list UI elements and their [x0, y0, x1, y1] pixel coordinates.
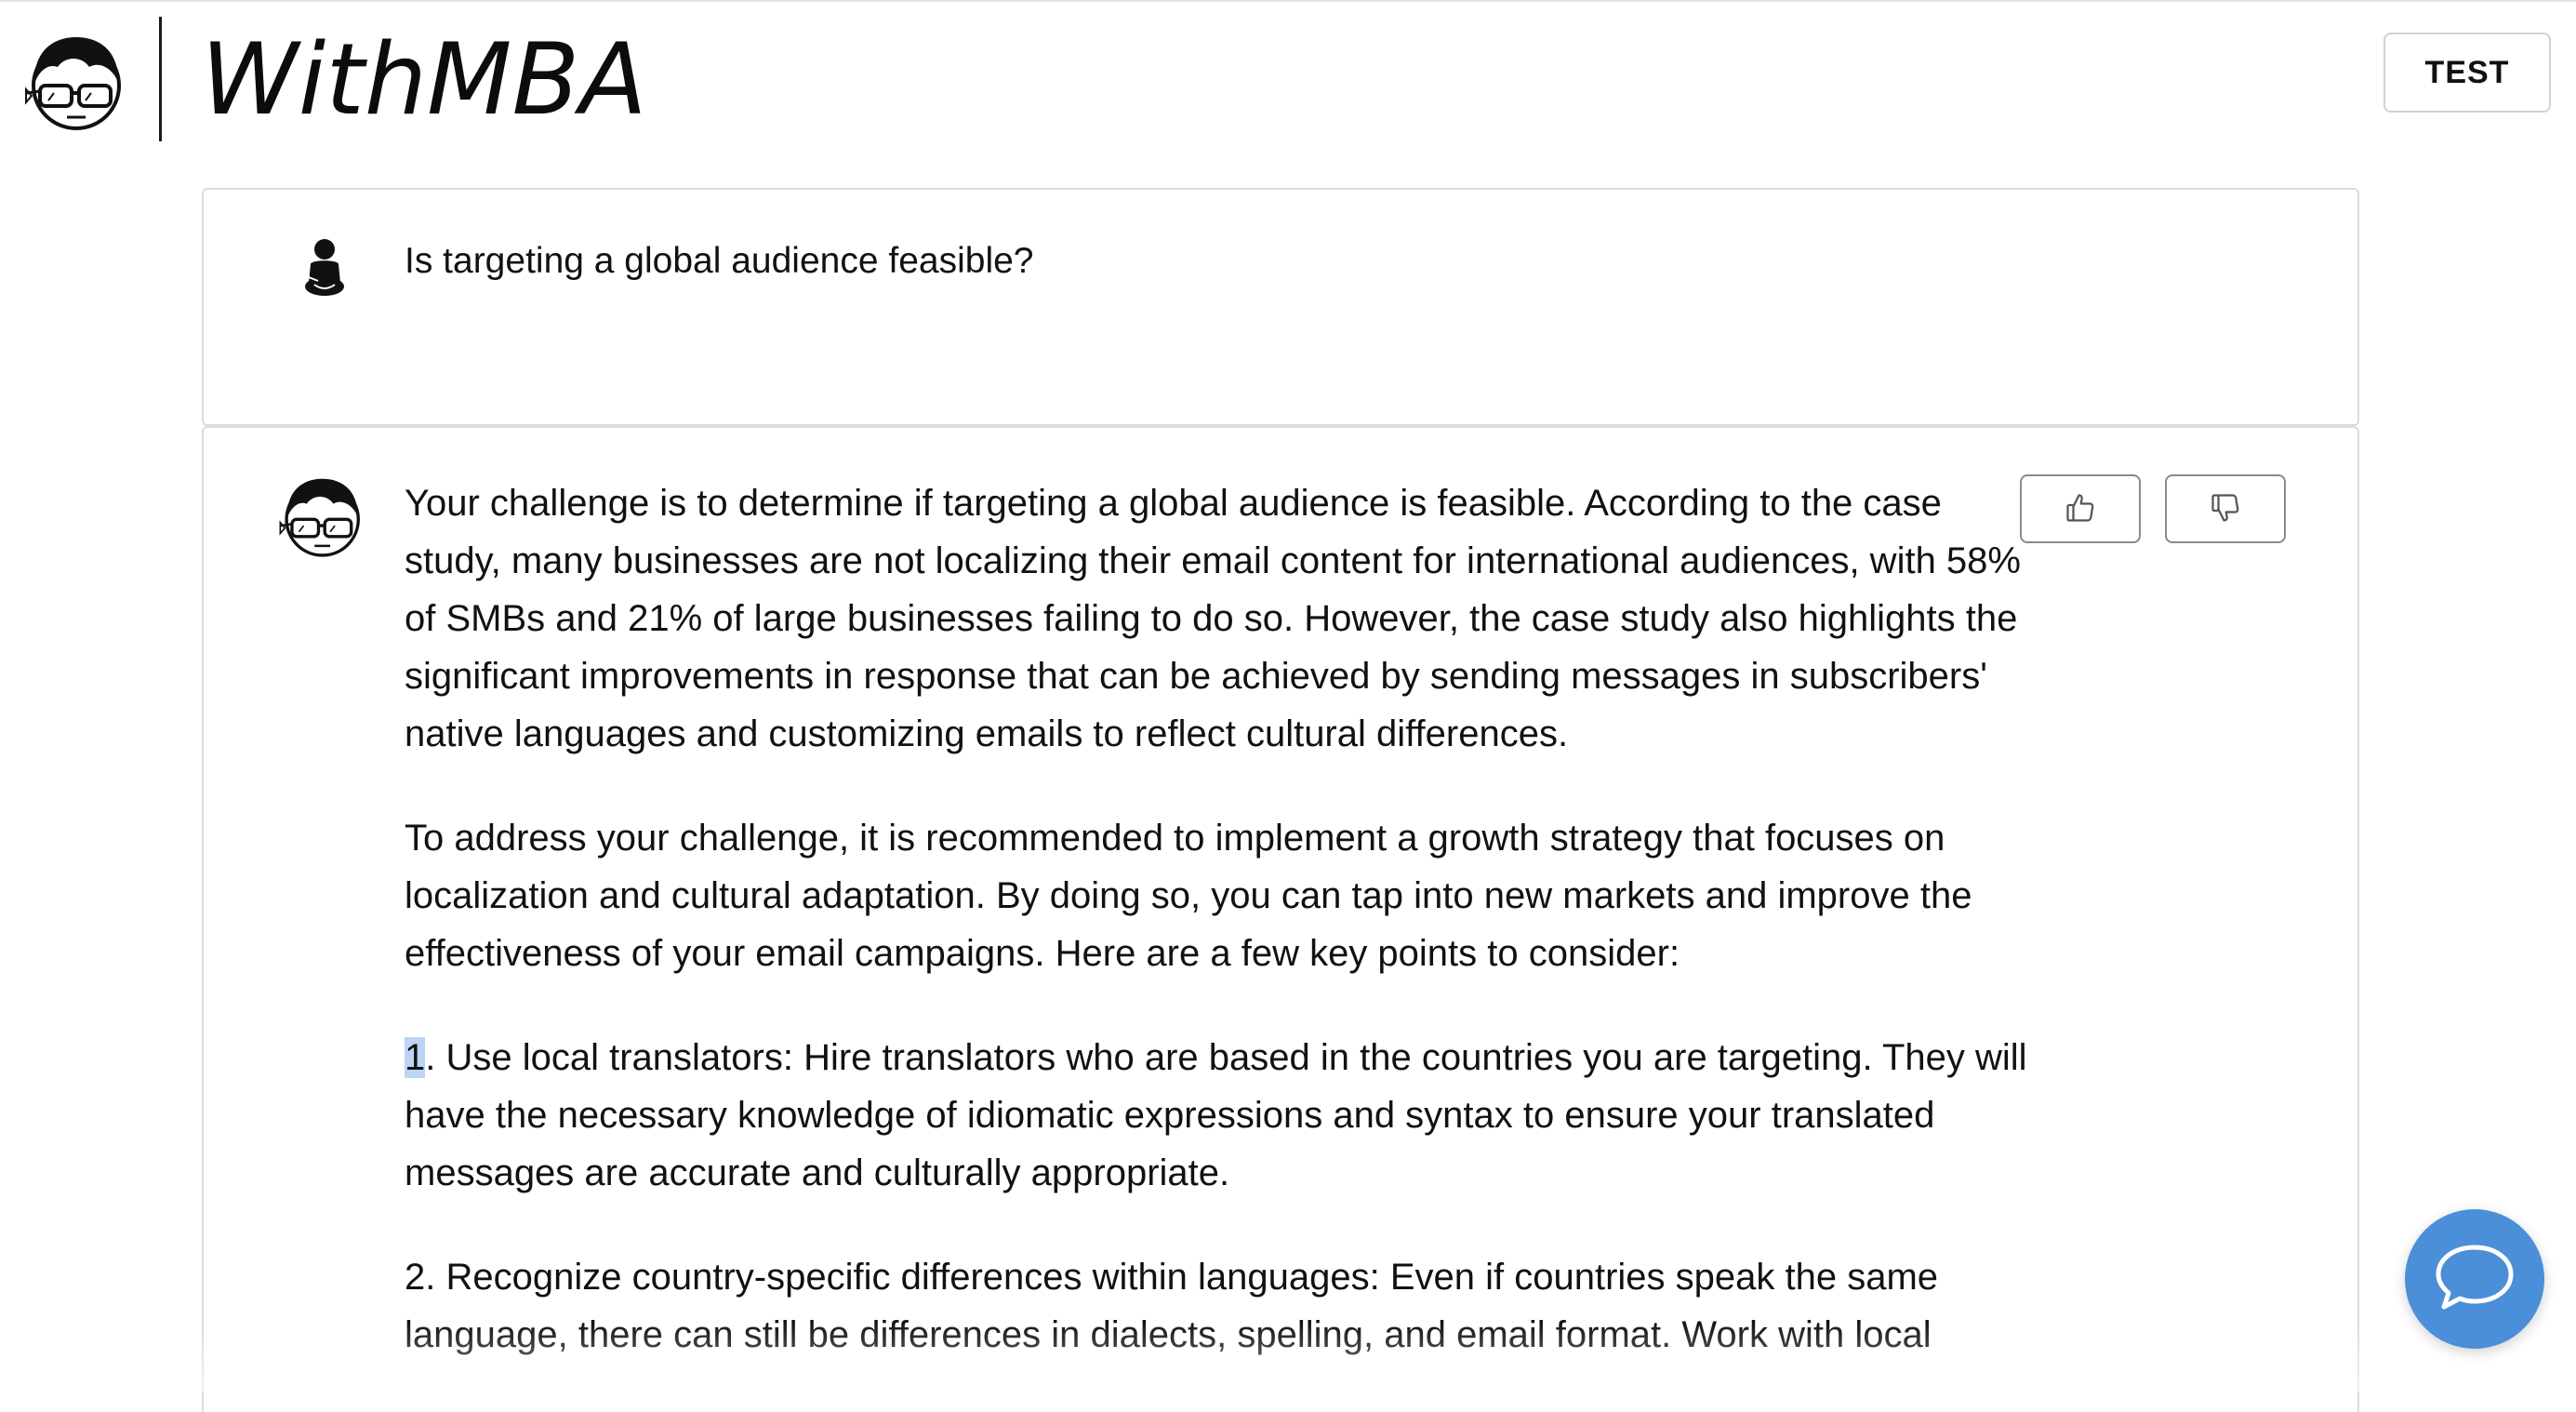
answer-paragraph-3-text: . Use local translators: Hire translator…: [405, 1037, 2027, 1193]
answer-paragraph-4: 2. Recognize country-specific difference…: [405, 1257, 1939, 1355]
chat-launcher-button[interactable]: [2405, 1209, 2544, 1349]
answer-paragraph-1: Your challenge is to determine if target…: [405, 483, 2021, 754]
answer-paragraph-3: 1. Use local translators: Hire translato…: [405, 1029, 2041, 1202]
assistant-answer: Your challenge is to determine if target…: [405, 474, 2041, 1410]
thumbs-up-button[interactable]: [2020, 474, 2141, 543]
answer-card: Your challenge is to determine if target…: [202, 426, 2359, 1412]
thumbs-down-icon: [2209, 491, 2242, 527]
text-selection-highlight: 1: [405, 1037, 426, 1078]
question-card: Is targeting a global audience feasible?: [202, 188, 2359, 426]
app-header: WithMBA TEST: [0, 2, 2576, 160]
bot-avatar-icon: [278, 473, 364, 560]
logo-avatar-icon[interactable]: [24, 30, 125, 134]
user-question: Is targeting a global audience feasible?: [405, 241, 1034, 281]
brand-title[interactable]: WithMBA: [201, 22, 647, 138]
thumbs-up-icon: [2064, 491, 2097, 527]
answer-paragraph-2: To address your challenge, it is recomme…: [405, 818, 1972, 974]
thumbs-down-button[interactable]: [2165, 474, 2286, 543]
test-button[interactable]: TEST: [2383, 33, 2551, 113]
logo-divider: [159, 17, 162, 141]
chat-bubble-icon: [2433, 1240, 2516, 1319]
user-icon: [299, 236, 350, 301]
